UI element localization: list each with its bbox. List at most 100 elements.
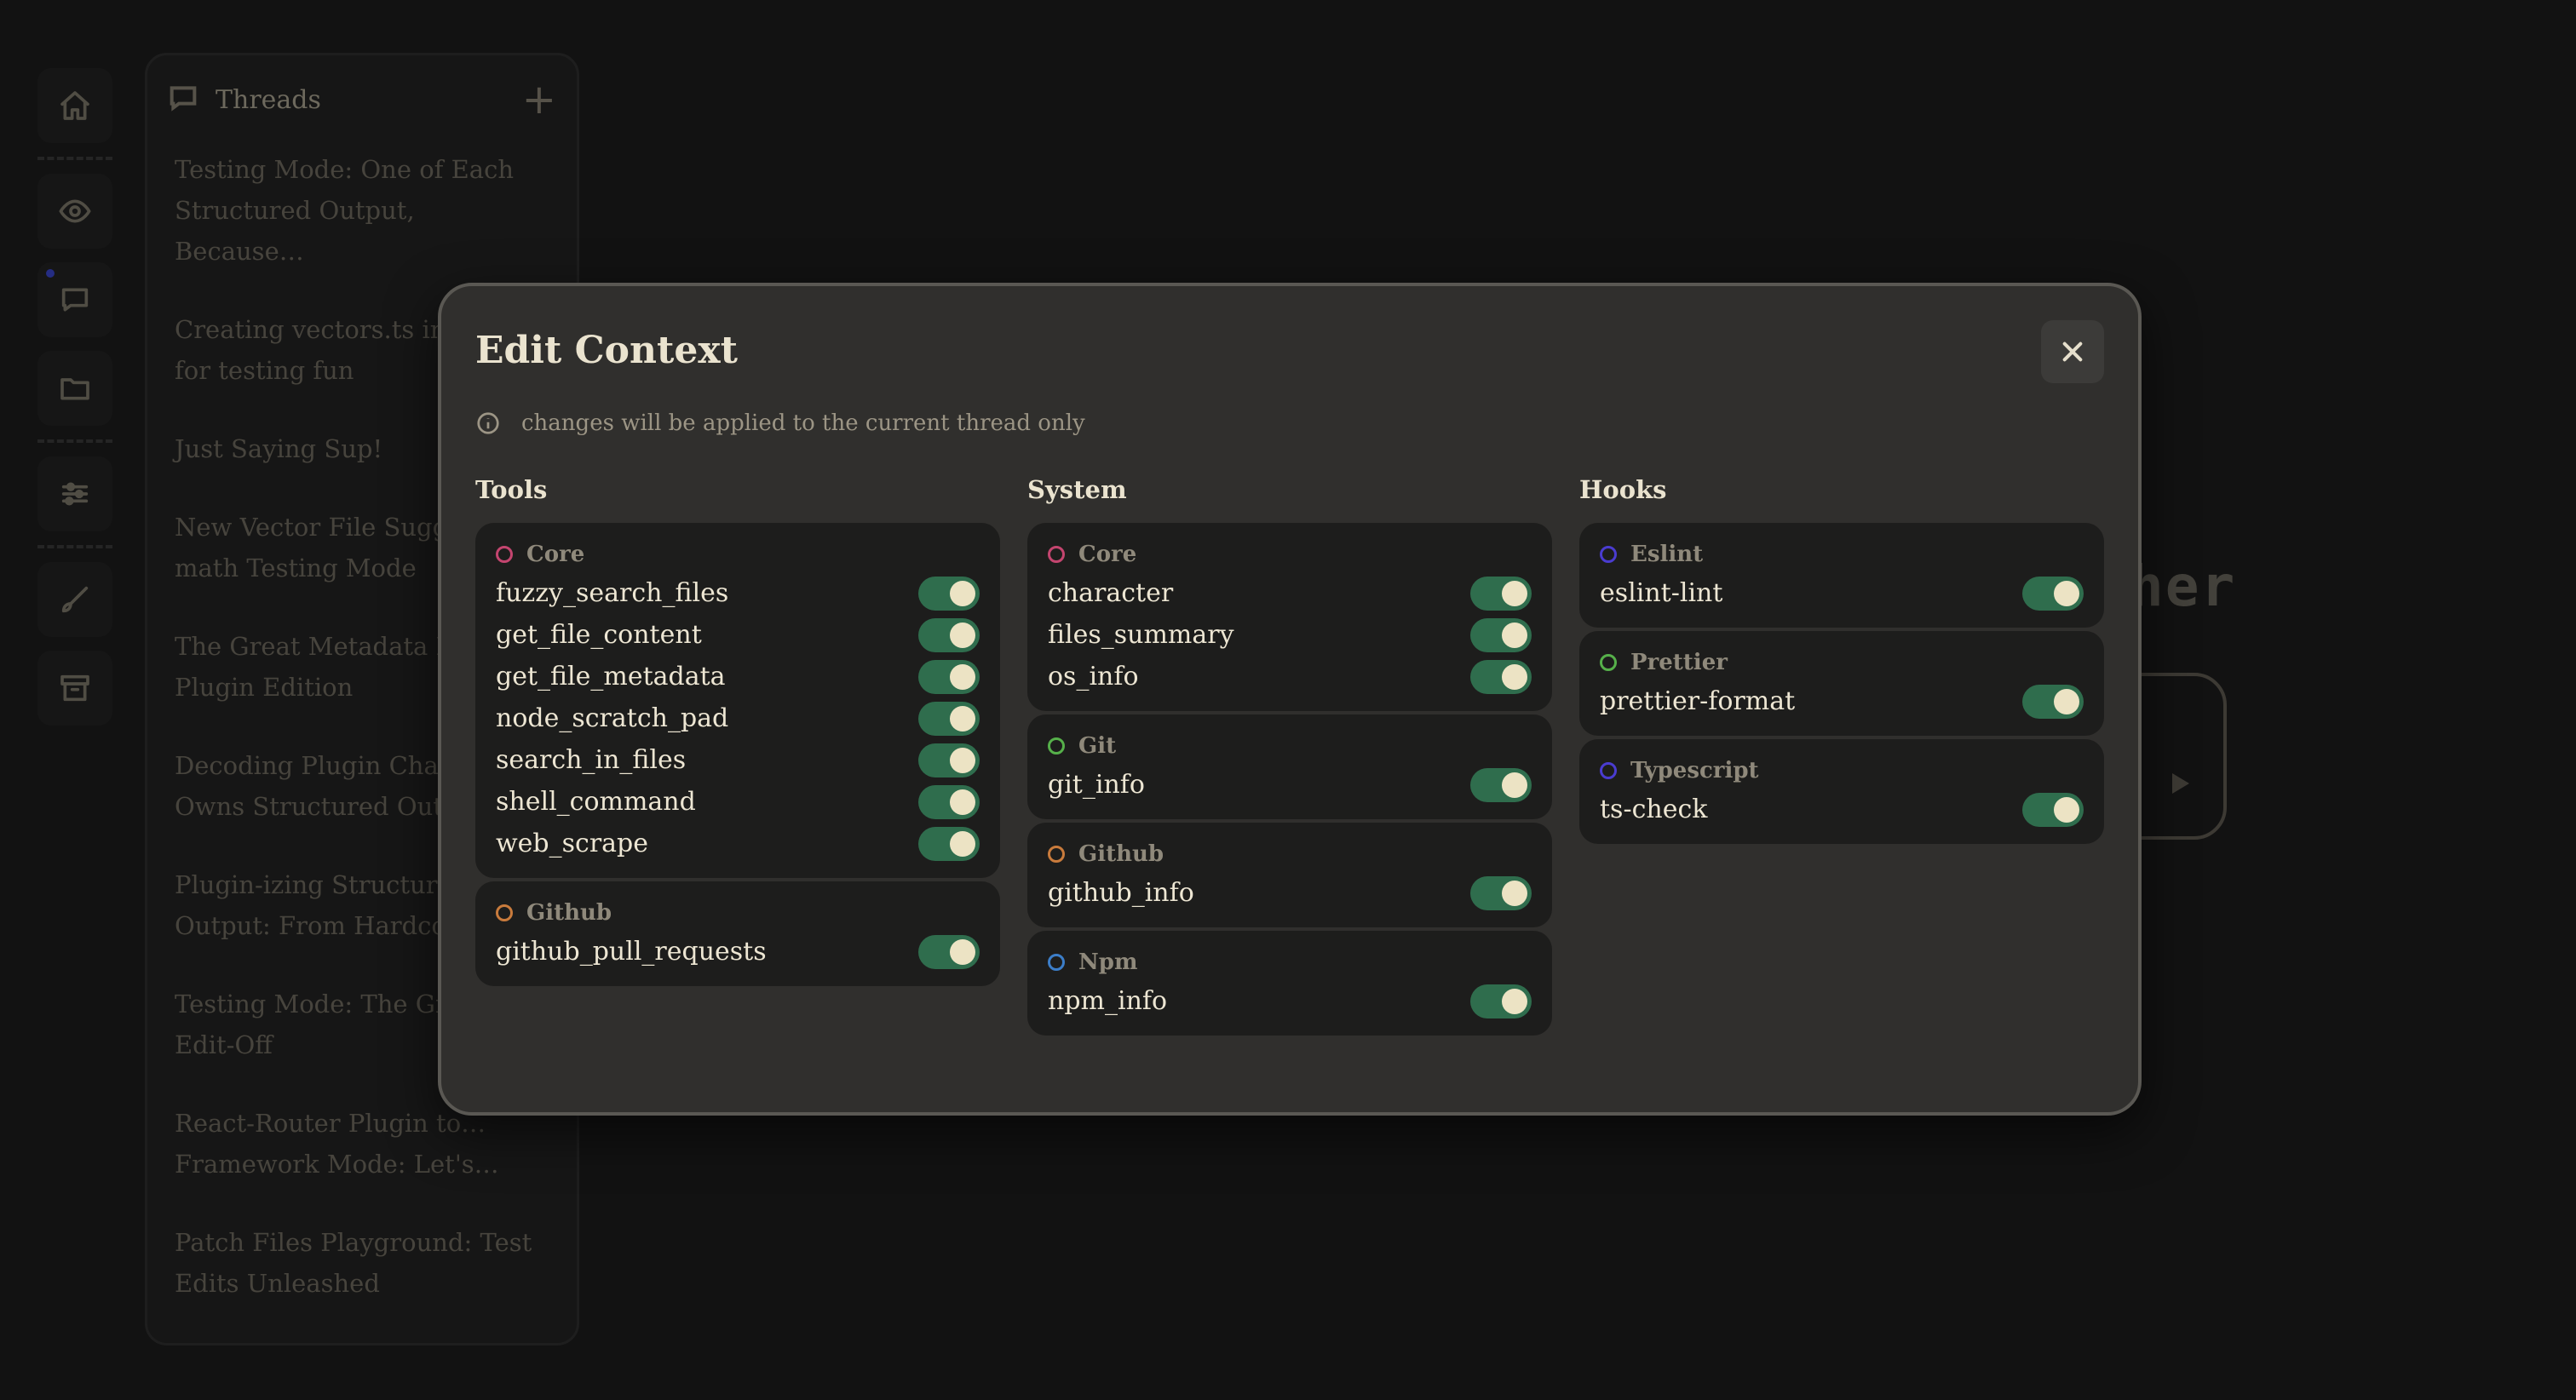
context-item-label: node_scratch_pad [496,703,729,733]
context-item-label: shell_command [496,787,696,817]
context-item-row: github_pull_requests [496,931,980,973]
context-item-row: npm_info [1048,980,1532,1022]
context-item-toggle[interactable] [1470,576,1532,611]
context-item-row: node_scratch_pad [496,697,980,739]
hooks-column: Hooks Eslint eslint-lint Prettier prettier-f… [1579,475,2104,847]
context-item-row: get_file_metadata [496,656,980,697]
context-item-label: eslint-lint [1600,578,1723,608]
context-item-toggle[interactable] [2022,576,2084,611]
context-item-toggle[interactable] [918,934,980,969]
context-item-label: git_info [1048,770,1145,800]
group-color-dot [496,904,513,921]
context-item-toggle[interactable] [2022,792,2084,827]
context-group: Core fuzzy_search_files get_file_contentge… [475,523,1000,878]
context-group: Github github_info [1027,823,1552,927]
group-color-dot [496,546,513,563]
context-group: Typescript ts-check [1579,739,2104,844]
group-header: Typescript [1600,755,2084,787]
context-item-label: os_info [1048,662,1139,691]
context-item-row: git_info [1048,764,1532,806]
context-item-toggle[interactable] [1470,659,1532,694]
group-header: Github [496,897,980,929]
context-item-label: github_info [1048,878,1194,908]
context-item-label: get_file_content [496,620,702,650]
column-heading: Hooks [1579,475,1667,504]
context-item-label: search_in_files [496,745,687,775]
context-item-row: get_file_content [496,614,980,656]
context-item-row: fuzzy_search_files [496,572,980,614]
context-item-toggle[interactable] [918,701,980,736]
group-name: Prettier [1630,650,1728,675]
group-color-dot [1048,954,1065,971]
context-item-label: github_pull_requests [496,937,767,967]
modal-title: Edit Context [475,329,738,372]
group-header: Prettier [1600,646,2084,679]
context-item-toggle[interactable] [1470,875,1532,910]
context-item-row: character [1048,572,1532,614]
column-heading: System [1027,475,1127,504]
modal-note: changes will be applied to the current t… [475,410,1085,436]
context-item-row: prettier-format [1600,680,2084,722]
context-group: Npm npm_info [1027,931,1552,1036]
context-group: Github github_pull_requests [475,881,1000,986]
context-item-toggle[interactable] [1470,617,1532,652]
edit-context-modal: Edit Context changes will be applied to … [438,283,2142,1116]
context-item-toggle[interactable] [1470,767,1532,802]
group-header: Npm [1048,946,1532,978]
context-item-label: ts-check [1600,795,1708,824]
group-color-dot [1048,846,1065,863]
context-item-label: web_scrape [496,829,649,858]
close-button[interactable] [2041,320,2104,383]
context-item-row: ts-check [1600,789,2084,830]
tools-column: Tools Core fuzzy_search_files get_file_cont… [475,475,1000,990]
context-item-toggle[interactable] [918,659,980,694]
info-icon [477,412,499,434]
group-header: Core [496,538,980,571]
context-item-toggle[interactable] [918,576,980,611]
group-color-dot [1600,654,1617,671]
context-group: Eslint eslint-lint [1579,523,2104,628]
modal-note-text: changes will be applied to the current t… [521,410,1085,436]
group-color-dot [1600,762,1617,779]
context-item-toggle[interactable] [918,784,980,819]
group-color-dot [1600,546,1617,563]
group-name: Git [1078,733,1117,759]
context-item-toggle[interactable] [918,743,980,777]
system-column: System Core character files_summary os_info G… [1027,475,1552,1039]
context-item-label: npm_info [1048,986,1168,1016]
context-item-row: eslint-lint [1600,572,2084,614]
group-header: Git [1048,730,1532,762]
close-icon [2062,341,2083,362]
context-item-toggle[interactable] [2022,684,2084,719]
column-heading: Tools [475,475,548,504]
context-item-toggle[interactable] [918,826,980,861]
context-item-row: files_summary [1048,614,1532,656]
context-item-row: search_in_files [496,739,980,781]
context-group: Git git_info [1027,714,1552,819]
group-name: Github [1078,841,1164,867]
context-item-row: web_scrape [496,823,980,864]
context-item-row: shell_command [496,781,980,823]
group-name: Eslint [1630,542,1704,567]
group-header: Eslint [1600,538,2084,571]
context-item-label: prettier-format [1600,686,1796,716]
group-header: Github [1048,838,1532,870]
context-item-row: os_info [1048,656,1532,697]
context-item-label: get_file_metadata [496,662,726,691]
group-color-dot [1048,737,1065,755]
group-name: Core [1078,542,1137,567]
context-item-label: fuzzy_search_files [496,578,729,608]
context-item-label: character [1048,578,1174,608]
group-name: Core [526,542,585,567]
group-name: Typescript [1630,758,1759,783]
context-item-label: files_summary [1048,620,1234,650]
context-group: Prettier prettier-format [1579,631,2104,736]
context-group: Core character files_summary os_info [1027,523,1552,711]
group-name: Github [526,900,612,926]
group-name: Npm [1078,950,1138,975]
group-header: Core [1048,538,1532,571]
context-item-toggle[interactable] [1470,984,1532,1018]
context-item-toggle[interactable] [918,617,980,652]
context-item-row: github_info [1048,872,1532,914]
group-color-dot [1048,546,1065,563]
